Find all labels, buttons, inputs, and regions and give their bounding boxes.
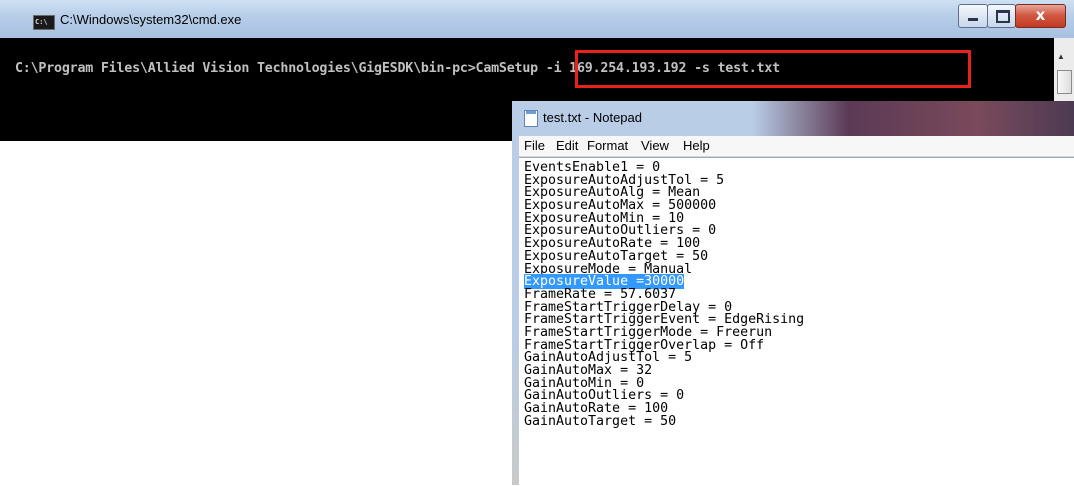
maximize-button[interactable] (987, 4, 1016, 28)
menu-help[interactable]: Help (683, 138, 710, 153)
text-line: ExposureAutoMax = 500000 (524, 198, 717, 214)
text-line: ExposureAutoRate = 100 (524, 236, 701, 252)
notepad-text-content: EventsEnable1 = 0 ExposureAutoAdjustTol … (524, 160, 805, 429)
text-line: ExposureAutoAlg = Mean (524, 185, 701, 201)
text-line: ExposureMode = Manual (524, 261, 693, 277)
command-highlight-box (575, 50, 971, 88)
text-line: ExposureAutoAdjustTol = 5 (524, 172, 725, 188)
text-line: ExposureAutoOutliers = 0 (524, 223, 717, 239)
text-line: GainAutoMin = 0 (524, 375, 645, 391)
close-button[interactable]: x (1015, 4, 1066, 28)
text-line: GainAutoOutliers = 0 (524, 388, 685, 404)
cmd-window-title: C:\Windows\system32\cmd.exe (60, 12, 242, 27)
cmd-titlebar[interactable]: C:\ C:\Windows\system32\cmd.exe x (0, 0, 1074, 39)
notepad-icon (524, 110, 538, 127)
text-line: FrameStartTriggerOverlap = Off (524, 337, 765, 353)
text-line: EventsEnable1 = 0 (524, 160, 661, 175)
text-line: ExposureAutoMin = 10 (524, 210, 685, 226)
text-line: ExposureAutoTarget = 50 (524, 248, 709, 264)
text-line: FrameStartTriggerMode = Freerun (524, 324, 773, 340)
minimize-icon (968, 18, 978, 21)
menu-edit[interactable]: Edit (556, 138, 578, 153)
notepad-window-title: test.txt - Notepad (543, 110, 642, 125)
text-line: FrameStartTriggerDelay = 0 (524, 299, 733, 315)
cmd-console-icon: C:\ (33, 15, 55, 30)
notepad-menubar: File Edit Format View Help (519, 136, 1074, 157)
text-line: FrameStartTriggerEvent = EdgeRising (524, 312, 805, 328)
text-line: GainAutoTarget = 50 (524, 413, 677, 429)
close-icon: x (1035, 6, 1046, 24)
text-line: GainAutoRate = 100 (524, 401, 669, 417)
notepad-text-area[interactable]: EventsEnable1 = 0 ExposureAutoAdjustTol … (519, 157, 1074, 486)
menu-view[interactable]: View (641, 138, 669, 153)
minimize-button[interactable] (958, 4, 988, 28)
text-line: FrameRate = 57.6037 (524, 286, 677, 302)
menu-file[interactable]: File (524, 138, 545, 153)
menu-format[interactable]: Format (587, 138, 628, 153)
desktop-background-behind-titlebar (752, 101, 1074, 139)
scroll-up-icon[interactable]: ▲ (1057, 52, 1065, 61)
selected-text-line: ExposureValue =30000 (524, 274, 685, 290)
notepad-window: test.txt - Notepad File Edit Format View… (512, 101, 1074, 486)
scroll-thumb[interactable] (1057, 70, 1072, 94)
maximize-icon (996, 10, 1010, 23)
